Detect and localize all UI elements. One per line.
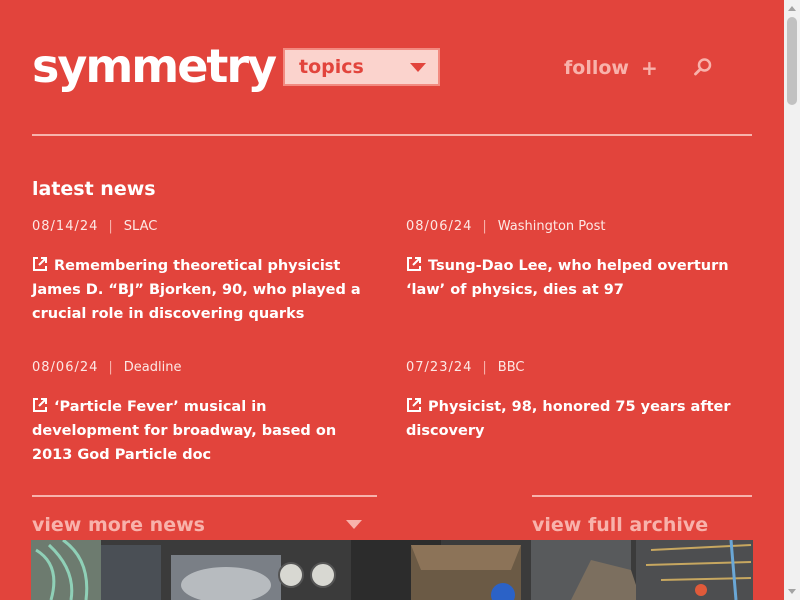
news-headline-link[interactable]: Tsung-Dao Lee, who helped overturn ‘law’… xyxy=(406,254,752,302)
external-link-icon xyxy=(33,398,47,412)
page: symmetry topics follow + latest news 08/… xyxy=(0,0,784,600)
external-link-icon xyxy=(33,257,47,271)
latest-news-title: latest news xyxy=(32,178,156,200)
vertical-scrollbar[interactable] xyxy=(784,0,800,600)
scroll-up-arrow-icon[interactable] xyxy=(788,6,796,11)
news-date: 08/06/24 xyxy=(406,219,473,234)
topics-dropdown[interactable]: topics xyxy=(283,48,440,86)
archive-divider xyxy=(532,495,752,497)
news-date: 08/14/24 xyxy=(32,219,99,234)
scroll-down-arrow-icon[interactable] xyxy=(788,589,796,594)
follow-label: follow xyxy=(564,57,629,79)
meta-separator: | xyxy=(482,360,488,375)
news-headline-link[interactable]: ‘Particle Fever’ musical in development … xyxy=(32,395,377,467)
external-link-icon xyxy=(407,398,421,412)
view-more-divider xyxy=(32,495,377,497)
news-headline-link[interactable]: Remembering theoretical physicist James … xyxy=(32,254,377,326)
news-date: 07/23/24 xyxy=(406,360,473,375)
news-source[interactable]: Deadline xyxy=(124,360,182,375)
news-headline: Physicist, 98, honored 75 years after di… xyxy=(406,399,731,439)
news-source[interactable]: Washington Post xyxy=(498,219,606,234)
header-divider xyxy=(32,134,752,136)
meta-separator: | xyxy=(482,219,488,234)
news-item: 08/06/24 | Washington Post Tsung-Dao Lee, … xyxy=(406,217,752,302)
plus-icon: + xyxy=(640,56,658,80)
news-headline: Remembering theoretical physicist James … xyxy=(32,258,361,322)
news-date: 08/06/24 xyxy=(32,360,99,375)
scroll-thumb[interactable] xyxy=(787,17,797,105)
chevron-down-icon xyxy=(410,63,426,72)
follow-button[interactable]: follow + xyxy=(564,54,658,82)
news-headline: Tsung-Dao Lee, who helped overturn ‘law’… xyxy=(406,258,729,298)
news-headline-link[interactable]: Physicist, 98, honored 75 years after di… xyxy=(406,395,752,443)
news-source[interactable]: SLAC xyxy=(124,219,158,234)
search-icon[interactable] xyxy=(693,57,713,77)
meta-separator: | xyxy=(108,219,114,234)
news-item: 07/23/24 | BBC Physicist, 98, honored 75 y… xyxy=(406,358,752,443)
news-meta: 08/06/24 | Deadline xyxy=(32,358,377,378)
chevron-down-icon[interactable] xyxy=(346,520,362,529)
news-meta: 08/14/24 | SLAC xyxy=(32,217,377,237)
lab-equipment-image xyxy=(31,540,753,600)
view-full-archive-link[interactable]: view full archive xyxy=(532,514,708,536)
featured-photo[interactable] xyxy=(31,540,753,600)
news-source[interactable]: BBC xyxy=(498,360,525,375)
topics-label: topics xyxy=(299,56,364,78)
external-link-icon xyxy=(407,257,421,271)
news-meta: 07/23/24 | BBC xyxy=(406,358,752,378)
meta-separator: | xyxy=(108,360,114,375)
view-more-news-link[interactable]: view more news xyxy=(32,514,205,536)
site-logo[interactable]: symmetry xyxy=(32,38,277,94)
news-headline: ‘Particle Fever’ musical in development … xyxy=(32,399,337,463)
news-meta: 08/06/24 | Washington Post xyxy=(406,217,752,237)
news-item: 08/14/24 | SLAC Remembering theoretical ph… xyxy=(32,217,377,326)
news-item: 08/06/24 | Deadline ‘Particle Fever’ music… xyxy=(32,358,377,467)
